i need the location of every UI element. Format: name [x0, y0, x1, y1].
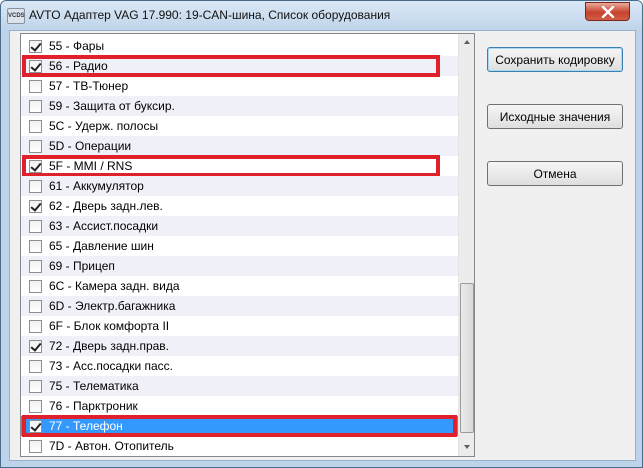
item-label: 5D - Операции [49, 139, 132, 153]
chevron-down-icon [464, 445, 470, 449]
list-item[interactable]: 57 - ТВ-Тюнер [21, 76, 458, 96]
item-checkbox[interactable] [29, 179, 42, 193]
item-label: 5C - Удерж. полосы [49, 119, 159, 133]
item-label: 76 - Парктроник [49, 399, 138, 413]
item-checkbox[interactable] [29, 219, 42, 233]
dialog-window: VCDS AVTO Адаптер VAG 17.990: 19-CAN-шин… [0, 0, 643, 468]
list-item[interactable]: 75 - Телематика [21, 376, 458, 396]
item-label: 57 - ТВ-Тюнер [49, 79, 129, 93]
title-bar[interactable]: VCDS AVTO Адаптер VAG 17.990: 19-CAN-шин… [1, 1, 642, 30]
item-checkbox[interactable] [29, 99, 42, 113]
item-checkbox[interactable] [29, 359, 42, 373]
item-checkbox[interactable] [29, 339, 42, 353]
item-checkbox[interactable] [29, 199, 42, 213]
list-item[interactable]: 5F - MMI / RNS [21, 156, 458, 176]
item-label: 69 - Прицеп [49, 259, 115, 273]
item-checkbox[interactable] [29, 119, 42, 133]
equipment-list[interactable]: 55 - Фары 56 - Радио 57 - ТВ-Тюнер 59 - Защ… [20, 33, 475, 457]
close-icon [601, 6, 615, 18]
list-scrollbar[interactable] [458, 34, 474, 456]
list-item[interactable]: 5C - Удерж. полосы [21, 116, 458, 136]
list-item[interactable]: 55 - Фары [21, 36, 458, 56]
list-item[interactable]: 76 - Парктроник [21, 396, 458, 416]
list-item[interactable]: 5D - Операции [21, 136, 458, 156]
item-checkbox[interactable] [29, 399, 42, 413]
item-label: 62 - Дверь задн.лев. [49, 199, 163, 213]
item-label: 6C - Камера задн. вида [49, 279, 180, 293]
item-label: 65 - Давление шин [49, 239, 154, 253]
item-label: 63 - Ассист.посадки [49, 219, 159, 233]
default-values-button[interactable]: Исходные значения [487, 104, 623, 129]
list-item[interactable]: 56 - Радио [21, 56, 458, 76]
item-label: 56 - Радио [49, 59, 108, 73]
equipment-list-items: 55 - Фары 56 - Радио 57 - ТВ-Тюнер 59 - Защ… [21, 34, 458, 456]
list-item[interactable]: 59 - Защита от буксир. [21, 96, 458, 116]
close-button[interactable] [585, 2, 630, 21]
cancel-button[interactable]: Отмена [487, 161, 623, 186]
window-title: AVTO Адаптер VAG 17.990: 19-CAN-шина, Сп… [29, 8, 391, 22]
dialog-client-area: 55 - Фары 56 - Радио 57 - ТВ-Тюнер 59 - Защ… [9, 30, 636, 461]
app-icon: VCDS [7, 8, 25, 24]
list-item[interactable]: 62 - Дверь задн.лев. [21, 196, 458, 216]
item-label: 5F - MMI / RNS [49, 159, 133, 173]
item-checkbox[interactable] [29, 319, 42, 333]
list-item[interactable]: 61 - Аккумулятор [21, 176, 458, 196]
list-item[interactable]: 6C - Камера задн. вида [21, 276, 458, 296]
item-checkbox[interactable] [29, 419, 42, 433]
list-item[interactable]: 73 - Асс.посадки пасс. [21, 356, 458, 376]
scroll-up-arrow[interactable] [459, 34, 474, 50]
scroll-down-arrow[interactable] [459, 439, 474, 455]
item-checkbox[interactable] [29, 379, 42, 393]
item-checkbox[interactable] [29, 239, 42, 253]
list-item[interactable]: 69 - Прицеп [21, 256, 458, 276]
item-label: 7D - Автон. Отопитель [49, 439, 174, 453]
item-label: 59 - Защита от буксир. [49, 99, 175, 113]
item-checkbox[interactable] [29, 79, 42, 93]
item-checkbox[interactable] [29, 299, 42, 313]
save-coding-button[interactable]: Сохранить кодировку [487, 47, 623, 72]
chevron-up-icon [464, 40, 470, 44]
scroll-thumb[interactable] [460, 283, 474, 433]
list-item[interactable]: 72 - Дверь задн.прав. [21, 336, 458, 356]
list-item[interactable]: 6F - Блок комфорта II [21, 316, 458, 336]
item-label: 55 - Фары [49, 39, 105, 53]
item-checkbox[interactable] [29, 259, 42, 273]
item-label: 6D - Электр.багажника [49, 299, 176, 313]
item-checkbox[interactable] [29, 439, 42, 453]
list-item[interactable]: 7D - Автон. Отопитель [21, 436, 458, 456]
item-label: 6F - Блок комфорта II [49, 319, 170, 333]
item-label: 75 - Телематика [49, 379, 139, 393]
item-checkbox[interactable] [29, 279, 42, 293]
item-label: 77 - Телефон [49, 419, 123, 433]
list-item[interactable]: 6D - Электр.багажника [21, 296, 458, 316]
item-label: 73 - Асс.посадки пасс. [49, 359, 173, 373]
list-item[interactable]: 63 - Ассист.посадки [21, 216, 458, 236]
item-label: 72 - Дверь задн.прав. [49, 339, 170, 353]
list-item[interactable]: 65 - Давление шин [21, 236, 458, 256]
list-item[interactable]: 77 - Телефон [21, 416, 458, 436]
item-checkbox[interactable] [29, 59, 42, 73]
item-checkbox[interactable] [29, 39, 42, 53]
item-label: 61 - Аккумулятор [49, 179, 144, 193]
item-checkbox[interactable] [29, 139, 42, 153]
item-checkbox[interactable] [29, 159, 42, 173]
